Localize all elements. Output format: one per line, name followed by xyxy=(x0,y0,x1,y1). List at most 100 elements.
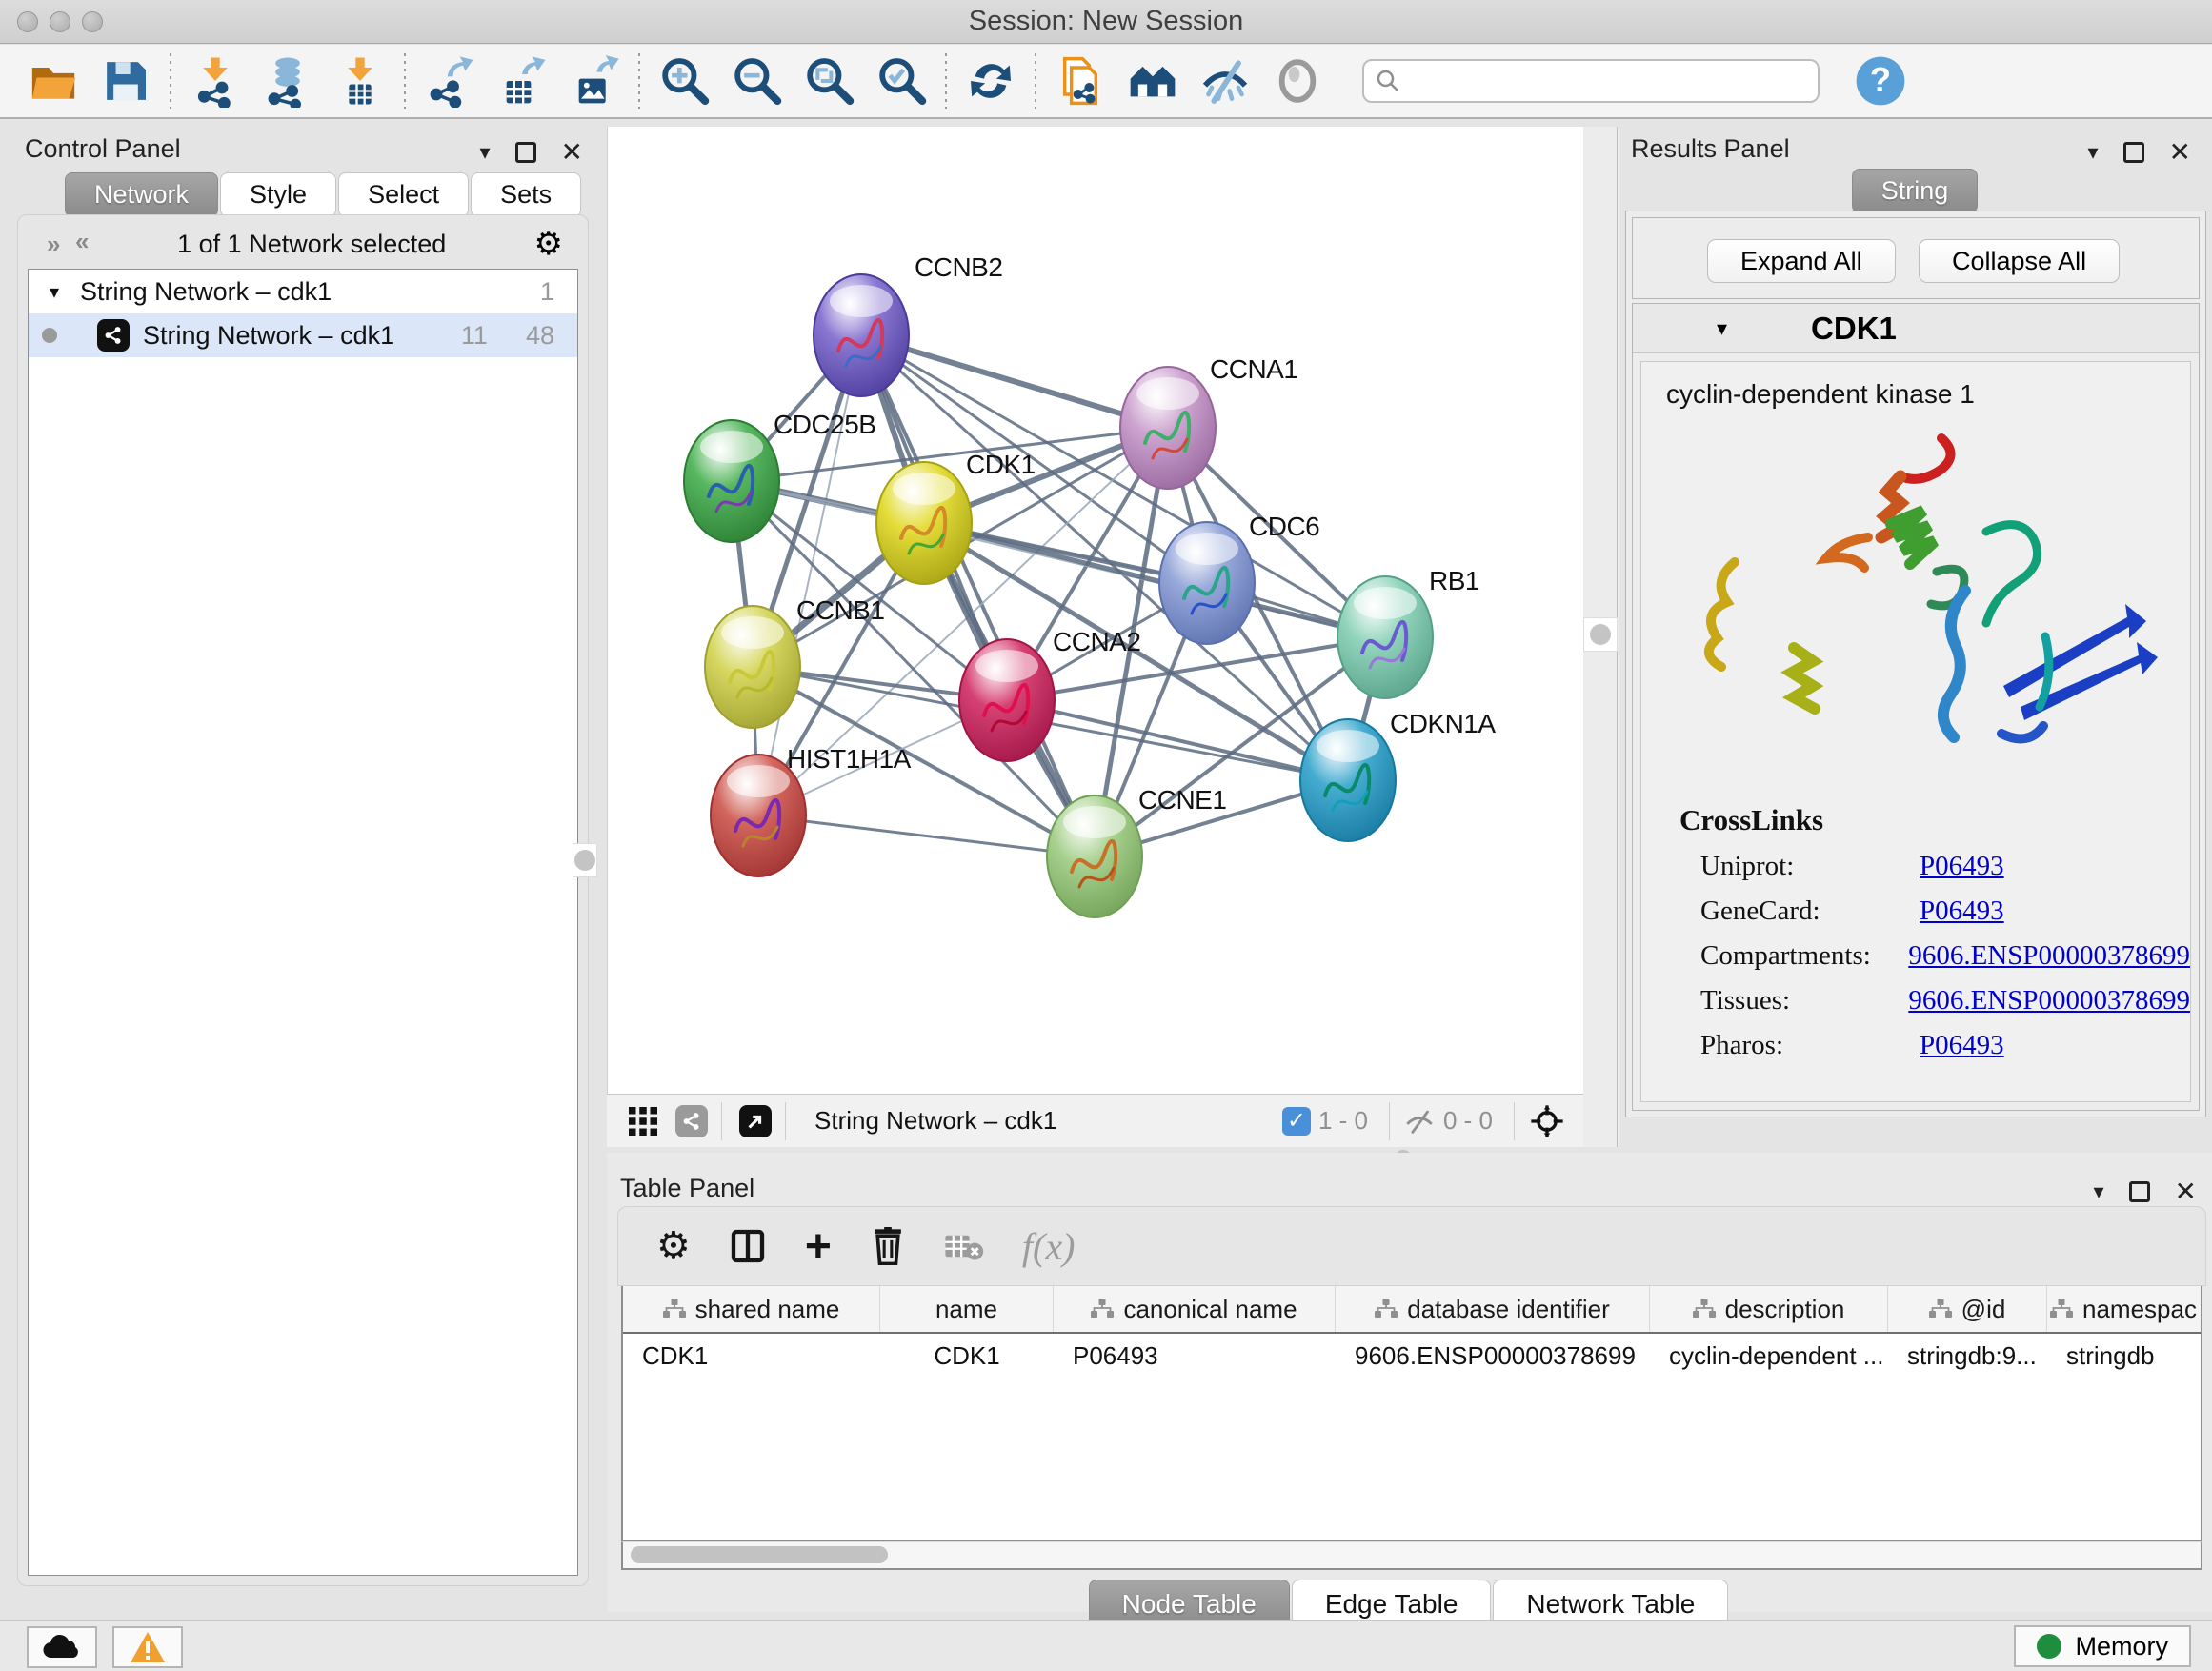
gear-icon[interactable]: ⚙ xyxy=(534,225,563,263)
node-label: CDC25B xyxy=(774,410,875,439)
graph-node-CCNB2[interactable]: CCNB2 xyxy=(814,252,1002,396)
collapse-panel-icon[interactable]: ▾ xyxy=(2087,140,2098,165)
graph-node-CCNE1[interactable]: CCNE1 xyxy=(1047,785,1226,917)
edge-HIST1H1A-CCNE1[interactable] xyxy=(758,815,1095,856)
graph-node-HIST1H1A[interactable]: HIST1H1A xyxy=(711,744,912,876)
hide-panels-button[interactable] xyxy=(1189,50,1261,111)
float-panel-icon[interactable] xyxy=(515,142,536,163)
table-row[interactable]: CDK1 CDK1 P06493 9606.ENSP00000378699 cy… xyxy=(623,1334,2201,1378)
export-table-button[interactable] xyxy=(486,50,558,111)
cell-shared-name[interactable]: CDK1 xyxy=(623,1334,880,1378)
export-image-button[interactable] xyxy=(558,50,631,111)
cell-description[interactable]: cyclin-dependent ... xyxy=(1650,1334,1888,1378)
column-header[interactable]: namespac xyxy=(2047,1286,2200,1332)
grid-view-icon[interactable] xyxy=(626,1104,660,1138)
tree-expander-icon[interactable]: ▾ xyxy=(50,280,59,304)
selected-checkbox-icon[interactable]: ✓ xyxy=(1282,1107,1311,1136)
import-table-button[interactable] xyxy=(324,50,396,111)
export-network-button[interactable] xyxy=(413,50,486,111)
column-header[interactable]: canonical name xyxy=(1054,1286,1336,1332)
column-header[interactable]: @id xyxy=(1888,1286,2047,1332)
graph-node-CCNB1[interactable]: CCNB1 xyxy=(705,595,884,728)
tab-style[interactable]: Style xyxy=(220,172,336,217)
crosslink-link[interactable]: P06493 xyxy=(1920,896,2004,927)
collapse-panel-icon[interactable]: ▾ xyxy=(479,140,490,165)
section-expander-icon[interactable]: ▾ xyxy=(1717,316,1727,341)
tab-string[interactable]: String xyxy=(1852,169,1979,213)
help-button[interactable]: ? xyxy=(1844,50,1917,111)
network-row[interactable]: String Network – cdk1 11 48 xyxy=(29,313,577,357)
edge-CCNB2-CCNE1[interactable] xyxy=(861,335,1095,856)
crosslink-link[interactable]: P06493 xyxy=(1920,1030,2004,1061)
expand-all-button[interactable]: Expand All xyxy=(1707,239,1896,283)
memory-button[interactable]: Memory xyxy=(2014,1625,2191,1667)
zoom-selected-button[interactable] xyxy=(865,50,937,111)
column-header[interactable]: name xyxy=(880,1286,1054,1332)
network-view[interactable]: CCNB2CCNA1CDC25BCDK1CDC6RB1CCNB1CCNA2CDK… xyxy=(607,127,1583,1094)
table-panel-title: Table Panel xyxy=(620,1174,754,1203)
zoom-fit-button[interactable] xyxy=(793,50,865,111)
graph-node-CDKN1A[interactable]: CDKN1A xyxy=(1300,709,1496,841)
float-panel-icon[interactable] xyxy=(2129,1181,2150,1202)
string-view-icon[interactable] xyxy=(675,1105,708,1137)
table-horizontal-scrollbar[interactable] xyxy=(621,1541,2202,1570)
graph-node-CDC25B[interactable]: CDC25B xyxy=(684,410,875,542)
graph-node-RB1[interactable]: RB1 xyxy=(1337,566,1479,698)
string-results-body: Expand All Collapse All ▾ CDK1 cyclin-de… xyxy=(1625,211,2206,1117)
search-input[interactable] xyxy=(1402,67,1783,96)
close-panel-icon[interactable]: ✕ xyxy=(2175,1176,2197,1207)
crosslink-row: Pharos: P06493 xyxy=(1700,1030,2190,1061)
tab-network[interactable]: Network xyxy=(65,172,218,217)
delete-trash-icon[interactable] xyxy=(870,1227,906,1265)
show-columns-icon[interactable] xyxy=(729,1227,767,1265)
collapse-all-icon[interactable]: » xyxy=(47,230,57,259)
home-button[interactable] xyxy=(1116,50,1189,111)
collapse-all-button[interactable]: Collapse All xyxy=(1919,239,2120,283)
cloud-icon xyxy=(41,1633,83,1661)
collapse-panel-icon[interactable]: ▾ xyxy=(2093,1179,2103,1204)
show-panels-button[interactable] xyxy=(1261,50,1334,111)
cell-canonical-name[interactable]: P06493 xyxy=(1054,1334,1336,1378)
import-network-from-database-button[interactable] xyxy=(251,50,324,111)
crosslink-link[interactable]: 9606.ENSP00000378699 xyxy=(1908,985,2190,1017)
close-panel-icon[interactable]: ✕ xyxy=(561,136,583,168)
warnings-button[interactable] xyxy=(112,1626,183,1668)
cell-database-identifier[interactable]: 9606.ENSP00000378699 xyxy=(1336,1334,1650,1378)
cloud-button[interactable] xyxy=(27,1626,97,1668)
graph-node-CDC6[interactable]: CDC6 xyxy=(1159,512,1319,644)
zoom-out-button[interactable] xyxy=(720,50,793,111)
node-sheen xyxy=(1136,377,1199,410)
open-session-button[interactable] xyxy=(17,50,90,111)
tab-select[interactable]: Select xyxy=(338,172,469,217)
crosslink-link[interactable]: P06493 xyxy=(1920,851,2004,882)
protein-section-header[interactable]: ▾ CDK1 xyxy=(1633,304,2199,353)
network-tree: ▾ String Network – cdk1 1 String Network… xyxy=(28,269,578,1576)
column-header[interactable]: database identifier xyxy=(1336,1286,1650,1332)
import-network-button[interactable] xyxy=(179,50,251,111)
cell-at-id[interactable]: stringdb:9... xyxy=(1888,1334,2047,1378)
network-label: String Network – cdk1 xyxy=(143,321,394,351)
cell-name[interactable]: CDK1 xyxy=(880,1334,1054,1378)
export-image-icon xyxy=(568,54,621,108)
left-splitter-handle[interactable] xyxy=(573,843,597,877)
crosslink-link[interactable]: 9606.ENSP00000378699 xyxy=(1908,940,2190,972)
table-settings-gear-icon[interactable]: ⚙ xyxy=(656,1224,691,1268)
tab-sets[interactable]: Sets xyxy=(471,172,581,217)
scrollbar-thumb[interactable] xyxy=(631,1546,888,1563)
expand-all-icon[interactable]: » xyxy=(78,230,89,259)
birds-eye-view-icon[interactable] xyxy=(1528,1102,1566,1140)
right-splitter-handle[interactable] xyxy=(1583,617,1618,652)
refresh-button[interactable] xyxy=(955,50,1027,111)
zoom-in-button[interactable] xyxy=(648,50,720,111)
close-panel-icon[interactable]: ✕ xyxy=(2169,136,2191,168)
network-collection-row[interactable]: ▾ String Network – cdk1 1 xyxy=(29,270,577,313)
edge-CCNA2-CDKN1A[interactable] xyxy=(1007,700,1348,780)
save-session-button[interactable] xyxy=(90,50,162,111)
float-panel-icon[interactable] xyxy=(2123,142,2144,163)
open-in-new-window-icon[interactable] xyxy=(739,1105,772,1137)
column-header[interactable]: shared name xyxy=(623,1286,880,1332)
add-column-icon[interactable]: + xyxy=(805,1220,832,1273)
cell-namespace[interactable]: stringdb xyxy=(2047,1334,2200,1378)
column-header[interactable]: description xyxy=(1650,1286,1888,1332)
clone-network-button[interactable] xyxy=(1044,50,1116,111)
